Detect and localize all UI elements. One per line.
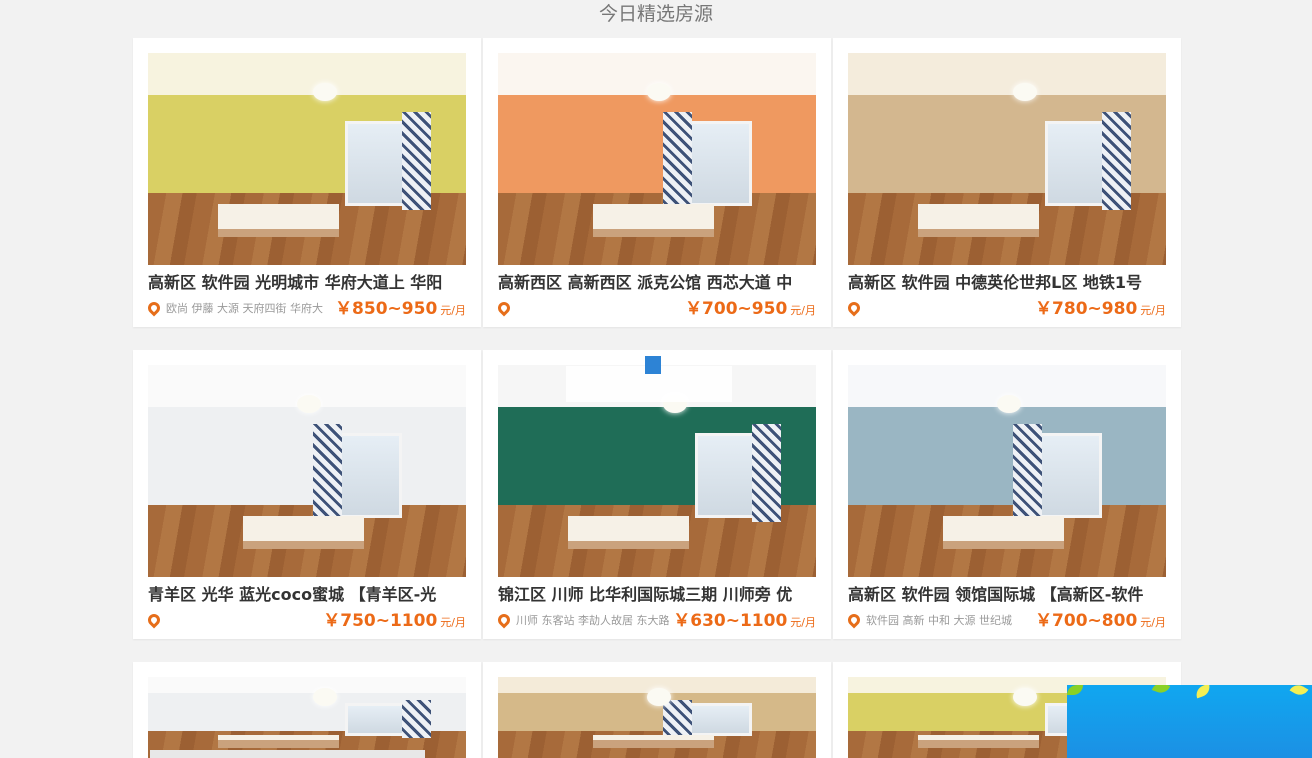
leaf-decoration-icon — [1067, 685, 1083, 695]
listing-price: ￥630~1100 元/月 — [673, 610, 816, 632]
listing-title[interactable]: 高新区 软件园 光明城市 华府大道上 华阳 — [148, 272, 466, 294]
listing-title[interactable]: 高新区 软件园 领馆国际城 【高新区-软件 — [848, 584, 1166, 606]
curtain — [402, 112, 431, 210]
bed — [593, 203, 715, 238]
listing-location — [148, 612, 348, 630]
listing-location: 川师 东客站 李劼人故居 东大路 — [498, 612, 698, 630]
curtain — [1013, 424, 1042, 522]
window — [332, 432, 403, 518]
leaf-decoration-icon — [1193, 685, 1213, 699]
wall — [848, 407, 1166, 518]
curtain — [402, 699, 431, 738]
bed — [217, 735, 339, 749]
price-unit: 元/月 — [790, 616, 816, 629]
location-pin-icon — [148, 300, 163, 317]
price-value: ￥850~950 — [335, 299, 438, 319]
curtain — [313, 424, 342, 522]
listing-photo[interactable] — [848, 365, 1166, 577]
ceiling-lamp — [997, 394, 1022, 413]
listing-title[interactable]: 青羊区 光华 蓝光coco蜜城 【青羊区-光 — [148, 584, 466, 606]
listing-page: 今日精选房源 高新区 软件园 光明城市 华府大道上 华阳欧尚 伊藤 大源 天府四… — [0, 0, 1312, 758]
window — [1032, 432, 1103, 518]
listing-photo[interactable] — [498, 53, 816, 265]
location-text: 川师 东客站 李劼人故居 东大路 — [516, 614, 670, 627]
listing-location — [498, 300, 698, 318]
listing-price: ￥850~950 元/月 — [335, 298, 466, 320]
listing-photo[interactable] — [148, 365, 466, 577]
floating-decoration — [645, 356, 661, 374]
listing-card[interactable]: 高新区 软件园 光明城市 华府大道上 华阳欧尚 伊藤 大源 天府四街 华府大 ￥8… — [133, 38, 481, 327]
location-text: 软件园 高新 中和 大源 世纪城 — [866, 614, 1012, 627]
location-pin-icon — [498, 300, 513, 317]
listing-price: ￥750~1100 元/月 — [323, 610, 466, 632]
listing-location — [848, 300, 1048, 318]
curtain — [1102, 112, 1131, 210]
price-value: ￥700~800 — [1035, 611, 1138, 631]
ceiling-lamp — [1013, 82, 1038, 101]
location-pin-icon — [848, 300, 863, 317]
leaf-decoration-icon — [1289, 685, 1309, 699]
location-pin-icon — [148, 612, 163, 629]
listing-title[interactable]: 高新西区 高新西区 派克公馆 西芯大道 中 — [498, 272, 816, 294]
price-unit: 元/月 — [790, 304, 816, 317]
listing-price: ￥780~980 元/月 — [1035, 298, 1166, 320]
listing-photo[interactable] — [848, 53, 1166, 265]
bed — [217, 203, 339, 238]
wall — [498, 95, 816, 206]
bed — [917, 203, 1039, 238]
window — [682, 703, 753, 737]
bed — [943, 515, 1065, 550]
bed — [567, 515, 689, 550]
leaf-decoration-icon — [1151, 685, 1171, 696]
price-unit: 元/月 — [1140, 616, 1166, 629]
ceiling-lamp — [297, 394, 322, 413]
listing-location: 欧尚 伊藤 大源 天府四街 华府大 — [148, 300, 348, 318]
scrollbar-strip — [150, 750, 425, 758]
listing-card[interactable]: 高新区 软件园 中德英伦世邦L区 地铁1号 ￥780~980 元/月 — [833, 38, 1181, 327]
section-title: 今日精选房源 — [598, 3, 713, 25]
location-text: 欧尚 伊藤 大源 天府四街 华府大 — [166, 302, 323, 315]
floating-ad-banner[interactable] — [1067, 685, 1312, 758]
listing-card[interactable]: 高新西区 高新西区 派克公馆 西芯大道 中 ￥700~950 元/月 — [483, 38, 831, 327]
price-value: ￥630~1100 — [673, 611, 788, 631]
ceiling-lamp — [313, 82, 338, 101]
listing-card[interactable]: 高新区 软件园 领馆国际城 【高新区-软件软件园 高新 中和 大源 世纪城 ￥70… — [833, 350, 1181, 639]
ceiling-lamp — [647, 82, 672, 101]
window — [682, 120, 753, 206]
listing-price: ￥700~950 元/月 — [685, 298, 816, 320]
listing-photo[interactable] — [498, 677, 816, 758]
listing-price: ￥700~800 元/月 — [1035, 610, 1166, 632]
location-pin-icon — [848, 612, 863, 629]
wall — [148, 407, 466, 518]
listing-title[interactable]: 高新区 软件园 中德英伦世邦L区 地铁1号 — [848, 272, 1166, 294]
bed — [593, 735, 715, 749]
listing-location: 软件园 高新 中和 大源 世纪城 — [848, 612, 1048, 630]
price-value: ￥780~980 — [1035, 299, 1138, 319]
listing-photo[interactable] — [148, 677, 466, 758]
price-unit: 元/月 — [440, 304, 466, 317]
price-unit: 元/月 — [1140, 304, 1166, 317]
listing-card-partial[interactable] — [133, 662, 481, 758]
listing-title[interactable]: 锦江区 川师 比华利国际城三期 川师旁 优 — [498, 584, 816, 606]
bed — [243, 515, 365, 550]
curtain — [663, 112, 692, 210]
location-pin-icon — [498, 612, 513, 629]
bed — [917, 735, 1039, 749]
price-value: ￥700~950 — [685, 299, 788, 319]
curtain — [663, 699, 692, 738]
listing-card-partial[interactable] — [483, 662, 831, 758]
curtain — [752, 424, 781, 522]
price-value: ￥750~1100 — [323, 611, 438, 631]
price-unit: 元/月 — [440, 616, 466, 629]
listing-photo[interactable] — [148, 53, 466, 265]
listing-card[interactable]: 青羊区 光华 蓝光coco蜜城 【青羊区-光 ￥750~1100 元/月 — [133, 350, 481, 639]
